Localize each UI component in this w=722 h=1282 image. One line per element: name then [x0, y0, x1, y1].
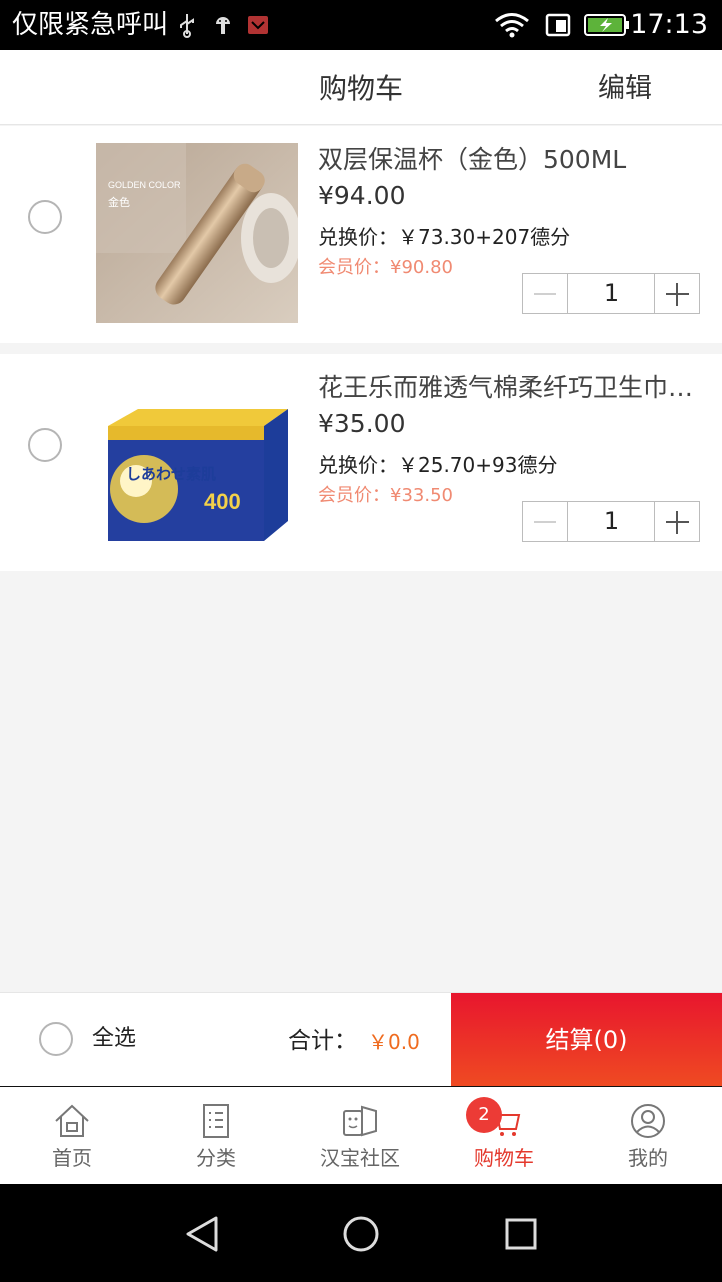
tab-profile[interactable]: 我的 — [576, 1087, 720, 1185]
product-price: ¥35.00 — [318, 409, 406, 438]
product-name[interactable]: 双层保温杯（金色）500ML — [318, 142, 708, 178]
page-header: 购物车 编辑 — [0, 50, 722, 125]
clock: 17:13 — [630, 9, 708, 40]
member-price: 会员价：¥90.80 — [318, 257, 453, 278]
usb-icon — [176, 12, 198, 38]
total-label: 合计： — [288, 1028, 357, 1054]
product-image-pads[interactable]: しあわせ素肌 400 — [96, 371, 298, 551]
tab-label: 分类 — [196, 1146, 236, 1170]
back-icon[interactable] — [180, 1212, 224, 1256]
item-select-radio[interactable] — [28, 200, 62, 234]
home-icon — [52, 1101, 92, 1141]
quantity-value[interactable]: 1 — [568, 502, 655, 541]
notification-icon — [246, 12, 268, 38]
wifi-icon — [494, 12, 530, 38]
recents-icon[interactable] — [499, 1212, 543, 1256]
tab-label: 首页 — [52, 1146, 92, 1170]
battery-charging-icon — [584, 12, 630, 38]
decrease-quantity-button[interactable] — [523, 502, 568, 541]
carrier-text: 仅限紧急呼叫 — [12, 10, 169, 40]
quantity-stepper: 1 — [522, 273, 700, 314]
category-list-icon — [196, 1101, 236, 1141]
sim-icon — [544, 12, 572, 38]
bottom-tab-bar: 首页 分类 汉宝社区 2 购物车 我的 — [0, 1086, 722, 1184]
home-circle-icon[interactable] — [339, 1212, 383, 1256]
system-navigation-bar — [0, 1184, 722, 1282]
exchange-price: 兑换价：￥73.30+207德分 — [318, 225, 571, 249]
android-debug-icon — [212, 12, 234, 38]
tab-community[interactable]: 汉宝社区 — [288, 1087, 432, 1185]
product-image-thermos[interactable]: GOLDEN COLOR 金色 — [96, 143, 298, 323]
image-caption: しあわせ素肌 — [126, 465, 216, 483]
increase-quantity-button[interactable] — [654, 274, 699, 313]
product-name[interactable]: 花王乐而雅透气棉柔纤巧卫生巾… — [318, 370, 708, 406]
increase-quantity-button[interactable] — [654, 502, 699, 541]
status-bar: 仅限紧急呼叫 17:13 — [0, 0, 722, 50]
cart-item: しあわせ素肌 400 花王乐而雅透气棉柔纤巧卫生巾… ¥35.00 兑换价：￥2… — [0, 354, 722, 571]
select-all-label[interactable]: 全选 — [92, 1021, 136, 1057]
svg-text:金色: 金色 — [108, 195, 130, 209]
edit-button[interactable]: 编辑 — [598, 50, 652, 128]
community-icon — [340, 1101, 380, 1141]
tab-cart[interactable]: 2 购物车 — [432, 1087, 576, 1185]
select-all-radio[interactable] — [39, 1022, 73, 1056]
cart-item: GOLDEN COLOR 金色 双层保温杯（金色）500ML ¥94.00 兑换… — [0, 126, 722, 343]
image-caption: GOLDEN COLOR — [108, 180, 181, 190]
cart-count-badge: 2 — [466, 1097, 502, 1133]
item-select-radio[interactable] — [28, 428, 62, 462]
decrease-quantity-button[interactable] — [523, 274, 568, 313]
total-value: ￥0.0 — [368, 1030, 420, 1054]
checkout-bar: 全选 合计： ￥0.0 结算(0) — [0, 992, 722, 1087]
quantity-value[interactable]: 1 — [568, 274, 655, 313]
tab-category[interactable]: 分类 — [144, 1087, 288, 1185]
product-price: ¥94.00 — [318, 181, 406, 210]
profile-icon — [628, 1101, 668, 1141]
quantity-stepper: 1 — [522, 501, 700, 542]
tab-label: 汉宝社区 — [320, 1146, 400, 1170]
tab-label: 我的 — [628, 1146, 668, 1170]
checkout-button[interactable]: 结算(0) — [451, 993, 722, 1087]
tab-label: 购物车 — [474, 1146, 534, 1170]
svg-text:400: 400 — [204, 489, 241, 514]
tab-home[interactable]: 首页 — [0, 1087, 144, 1185]
exchange-price: 兑换价：￥25.70+93德分 — [318, 453, 558, 477]
member-price: 会员价：¥33.50 — [318, 485, 453, 506]
